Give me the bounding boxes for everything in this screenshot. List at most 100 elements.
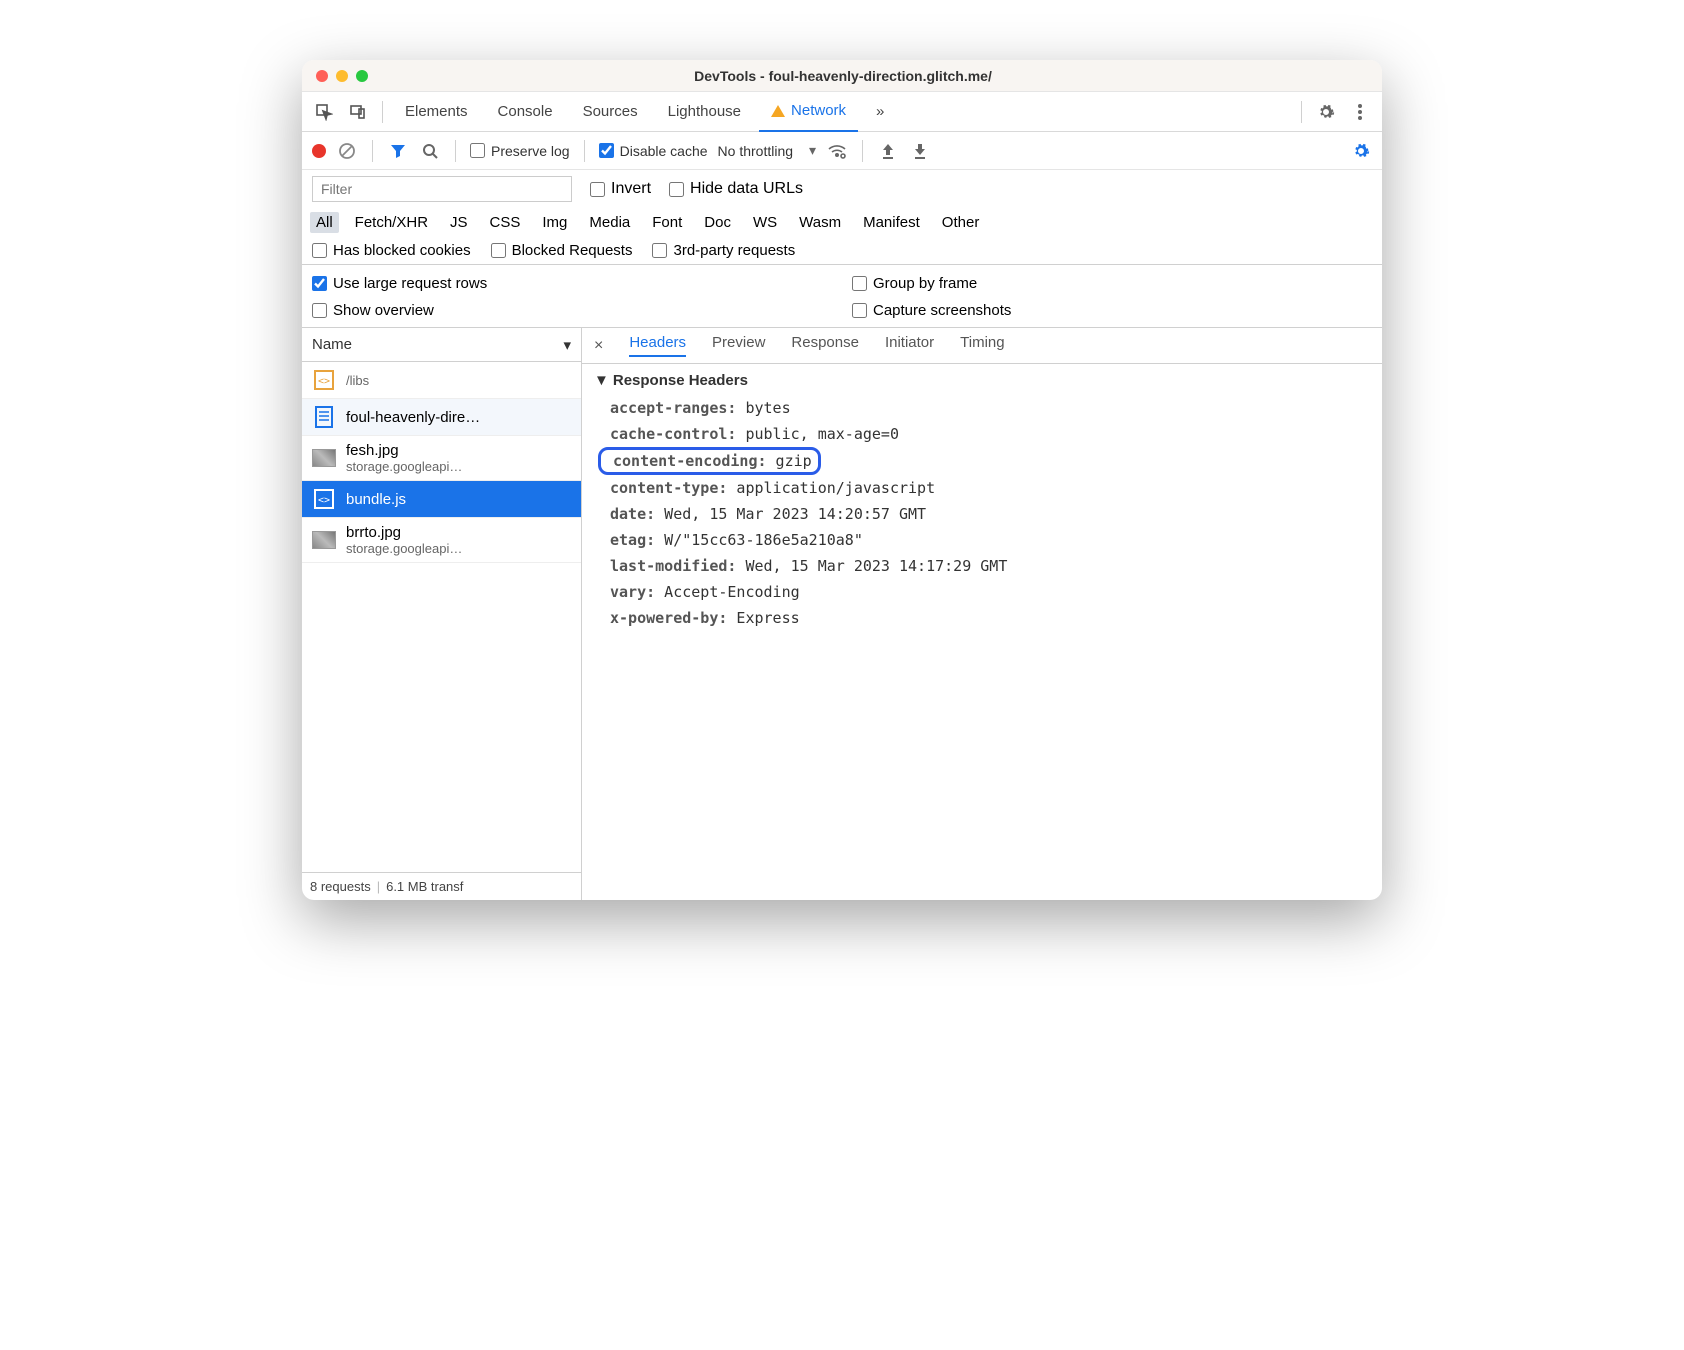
clear-icon[interactable] bbox=[336, 140, 358, 162]
file-type-icon bbox=[312, 446, 336, 470]
disable-cache-label: Disable cache bbox=[620, 143, 708, 159]
tab-sources[interactable]: Sources bbox=[571, 92, 650, 132]
tab-network-label: Network bbox=[791, 102, 846, 119]
request-name: fesh.jpg bbox=[346, 442, 462, 459]
tab-network[interactable]: Network bbox=[759, 92, 858, 132]
throttling-select[interactable]: No throttling ▾ bbox=[718, 142, 817, 159]
gear-icon[interactable] bbox=[1312, 98, 1340, 126]
type-filter-css[interactable]: CSS bbox=[484, 212, 527, 233]
header-cache-control: cache-control: public, max-age=0 bbox=[594, 421, 1370, 447]
record-button[interactable] bbox=[312, 144, 326, 158]
header-x-powered-by: x-powered-by: Express bbox=[594, 605, 1370, 631]
type-filter-fetchxhr[interactable]: Fetch/XHR bbox=[349, 212, 434, 233]
device-toggle-icon[interactable] bbox=[344, 98, 372, 126]
minimize-icon[interactable] bbox=[336, 70, 348, 82]
capture-screenshots-checkbox[interactable]: Capture screenshots bbox=[852, 302, 1011, 319]
tab-more[interactable]: » bbox=[864, 92, 896, 132]
detail-tab-headers[interactable]: Headers bbox=[629, 334, 686, 357]
settings-gear-icon[interactable] bbox=[1350, 140, 1372, 162]
preserve-log-label: Preserve log bbox=[491, 143, 570, 159]
response-headers-section[interactable]: ▼ Response Headers bbox=[594, 372, 1370, 389]
view-opts-row-1: Use large request rows Group by frame bbox=[302, 264, 1382, 297]
request-row[interactable]: foul-heavenly-dire… bbox=[302, 399, 581, 436]
request-row[interactable]: brrto.jpgstorage.googleapi… bbox=[302, 518, 581, 563]
type-filter-ws[interactable]: WS bbox=[747, 212, 783, 233]
hide-data-label: Hide data URLs bbox=[690, 180, 803, 198]
request-row[interactable]: <> bundle.js bbox=[302, 481, 581, 518]
request-count: 8 requests bbox=[310, 879, 371, 894]
header-accept-ranges: accept-ranges: bytes bbox=[594, 395, 1370, 421]
filter-row: Invert Hide data URLs bbox=[302, 170, 1382, 208]
upload-icon[interactable] bbox=[877, 140, 899, 162]
disable-cache-checkbox[interactable]: Disable cache bbox=[599, 143, 708, 159]
file-type-icon: <> bbox=[312, 368, 336, 392]
blocked-requests-checkbox[interactable]: Blocked Requests bbox=[491, 242, 633, 259]
type-filter-all[interactable]: All bbox=[310, 212, 339, 233]
divider bbox=[455, 140, 456, 162]
inspect-icon[interactable] bbox=[310, 98, 338, 126]
wifi-icon[interactable] bbox=[826, 140, 848, 162]
file-type-icon bbox=[312, 405, 336, 429]
group-by-frame-checkbox[interactable]: Group by frame bbox=[852, 275, 977, 292]
show-overview-checkbox[interactable]: Show overview bbox=[312, 302, 434, 319]
close-detail-button[interactable]: × bbox=[588, 337, 609, 355]
type-filter-other[interactable]: Other bbox=[936, 212, 986, 233]
sort-icon: ▾ bbox=[563, 336, 571, 354]
download-icon[interactable] bbox=[909, 140, 931, 162]
request-row[interactable]: <> /libs bbox=[302, 362, 581, 399]
disclosure-triangle-icon: ▼ bbox=[594, 372, 609, 389]
filter-input[interactable] bbox=[312, 176, 572, 202]
type-filter-font[interactable]: Font bbox=[646, 212, 688, 233]
divider bbox=[584, 140, 585, 162]
request-name: foul-heavenly-dire… bbox=[346, 409, 480, 426]
detail-tab-timing[interactable]: Timing bbox=[960, 334, 1004, 357]
detail-tab-preview[interactable]: Preview bbox=[712, 334, 765, 357]
devtools-window: DevTools - foul-heavenly-direction.glitc… bbox=[302, 60, 1382, 900]
tab-lighthouse[interactable]: Lighthouse bbox=[656, 92, 753, 132]
tab-elements[interactable]: Elements bbox=[393, 92, 480, 132]
detail-pane: × HeadersPreviewResponseInitiatorTiming … bbox=[582, 328, 1382, 900]
large-rows-checkbox[interactable]: Use large request rows bbox=[312, 275, 487, 292]
filter-icon[interactable] bbox=[387, 140, 409, 162]
close-icon[interactable] bbox=[316, 70, 328, 82]
header-date: date: Wed, 15 Mar 2023 14:20:57 GMT bbox=[594, 501, 1370, 527]
detail-tab-response[interactable]: Response bbox=[791, 334, 859, 357]
view-opts-row-2: Show overview Capture screenshots bbox=[302, 297, 1382, 328]
blocked-cookies-checkbox[interactable]: Has blocked cookies bbox=[312, 242, 471, 259]
type-filter-js[interactable]: JS bbox=[444, 212, 474, 233]
divider bbox=[372, 140, 373, 162]
maximize-icon[interactable] bbox=[356, 70, 368, 82]
type-filter-wasm[interactable]: Wasm bbox=[793, 212, 847, 233]
request-list-header[interactable]: Name ▾ bbox=[302, 328, 581, 362]
blocked-row: Has blocked cookies Blocked Requests 3rd… bbox=[302, 237, 1382, 264]
kebab-icon[interactable] bbox=[1346, 98, 1374, 126]
search-icon[interactable] bbox=[419, 140, 441, 162]
invert-checkbox[interactable]: Invert bbox=[590, 180, 651, 198]
header-etag: etag: W/"15cc63-186e5a210a8" bbox=[594, 527, 1370, 553]
type-filter-manifest[interactable]: Manifest bbox=[857, 212, 926, 233]
status-bar: 8 requests | 6.1 MB transf bbox=[302, 872, 581, 900]
type-filter-media[interactable]: Media bbox=[583, 212, 636, 233]
file-type-icon: <> bbox=[312, 487, 336, 511]
traffic-lights bbox=[316, 70, 368, 82]
request-list: Name ▾ <> /libs foul-heavenly-dire… fesh.jp… bbox=[302, 328, 582, 900]
file-type-icon bbox=[312, 528, 336, 552]
request-row[interactable]: fesh.jpgstorage.googleapi… bbox=[302, 436, 581, 481]
third-party-checkbox[interactable]: 3rd-party requests bbox=[652, 242, 795, 259]
tab-console[interactable]: Console bbox=[486, 92, 565, 132]
request-name: bundle.js bbox=[346, 491, 406, 508]
request-name: brrto.jpg bbox=[346, 524, 462, 541]
panel-tabs: Elements Console Sources Lighthouse Netw… bbox=[302, 92, 1382, 132]
detail-tab-initiator[interactable]: Initiator bbox=[885, 334, 934, 357]
preserve-log-checkbox[interactable]: Preserve log bbox=[470, 143, 570, 159]
hide-data-urls-checkbox[interactable]: Hide data URLs bbox=[669, 180, 803, 198]
section-title: Response Headers bbox=[613, 372, 748, 389]
invert-label: Invert bbox=[611, 180, 651, 198]
type-filter-img[interactable]: Img bbox=[536, 212, 573, 233]
throttling-label: No throttling bbox=[718, 143, 793, 159]
svg-text:<>: <> bbox=[318, 495, 330, 506]
request-domain: /libs bbox=[346, 373, 369, 388]
warning-icon bbox=[771, 105, 785, 117]
network-toolbar: Preserve log Disable cache No throttling… bbox=[302, 132, 1382, 170]
type-filter-doc[interactable]: Doc bbox=[698, 212, 737, 233]
